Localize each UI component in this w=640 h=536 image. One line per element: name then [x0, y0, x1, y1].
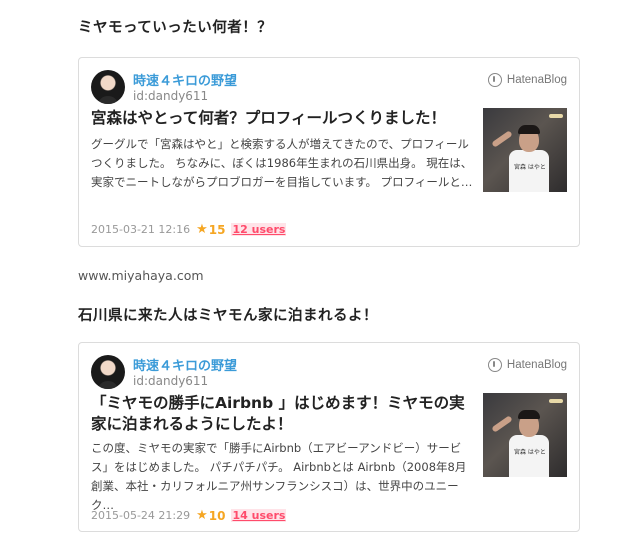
site-link[interactable]: www.miyahaya.com — [78, 268, 204, 283]
entry-meta: 2015-05-24 21:29 ★ 10 14 users — [91, 508, 287, 523]
entry-title-link[interactable]: 宮森はやとって何者？プロフィールつくりました！ — [91, 108, 471, 129]
section-heading-2: 石川県に来た人はミヤモん家に泊まれるよ！ — [78, 308, 378, 324]
bookmark-users-link[interactable]: 12 users — [231, 223, 287, 236]
entry-description: グーグルで「宮森はやと」と検索する人が増えてきたので、プロフィールつくりました。… — [91, 137, 473, 189]
entry-meta: 2015-03-21 12:16 ★ 15 12 users — [91, 222, 287, 237]
avatar[interactable] — [91, 355, 125, 389]
hatena-blog-icon — [487, 358, 502, 372]
blog-card-1[interactable]: 時速４キロの野望 id:dandy611 HatenaBlog 宮森はやとって何… — [78, 57, 580, 247]
section-heading-1: ミヤモっていったい何者！？ — [78, 20, 273, 36]
hatena-blog-logo[interactable]: HatenaBlog — [487, 73, 567, 87]
entry-date: 2015-03-21 12:16 — [91, 223, 191, 236]
hatena-blog-text: HatenaBlog — [506, 74, 567, 86]
blog-id: id:dandy611 — [133, 374, 209, 388]
shirt-print: 宮森 はやと — [514, 449, 546, 456]
shirt-print: 宮森 はやと — [514, 164, 546, 171]
star-count[interactable]: ★ 15 — [196, 222, 225, 237]
entry-date: 2015-05-24 21:29 — [91, 509, 191, 522]
star-count[interactable]: ★ 10 — [196, 508, 225, 523]
entry-title-link[interactable]: 「ミヤモの勝手にAirbnb 」はじめます！ミヤモの実家に泊まれるようにしたよ！ — [91, 393, 471, 435]
entry-thumbnail[interactable]: 宮森 はやと — [483, 108, 567, 192]
entry-description: この度、ミヤモの実家で「勝手にAirbnb（エアビーアンドビー）サービス」をはじ… — [91, 441, 467, 512]
blog-name-link[interactable]: 時速４キロの野望 — [133, 70, 237, 89]
hatena-blog-logo[interactable]: HatenaBlog — [487, 358, 567, 372]
star-icon: ★ — [196, 222, 208, 237]
avatar[interactable] — [91, 70, 125, 104]
blog-name-link[interactable]: 時速４キロの野望 — [133, 355, 237, 374]
star-icon: ★ — [196, 508, 208, 523]
bookmark-users-link[interactable]: 14 users — [231, 509, 287, 522]
hatena-blog-icon — [487, 73, 502, 87]
hatena-blog-text: HatenaBlog — [506, 359, 567, 371]
entry-thumbnail[interactable]: 宮森 はやと — [483, 393, 567, 477]
blog-card-2[interactable]: 時速４キロの野望 id:dandy611 HatenaBlog 「ミヤモの勝手に… — [78, 342, 580, 532]
blog-id: id:dandy611 — [133, 89, 209, 103]
